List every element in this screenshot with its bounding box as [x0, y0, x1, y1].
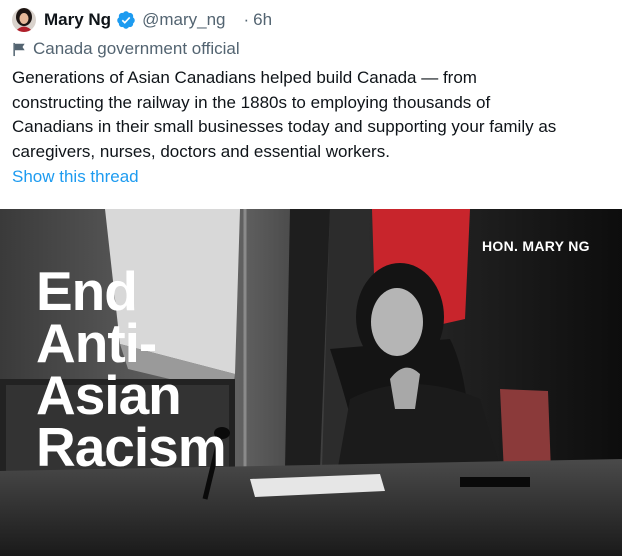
- avatar[interactable]: [12, 8, 36, 32]
- tweet-timestamp[interactable]: · 6h: [243, 10, 272, 30]
- tweet-line: caregivers, nurses, doctors and essentia…: [12, 141, 390, 161]
- government-label: Canada government official: [12, 38, 240, 60]
- show-thread-link[interactable]: Show this thread: [12, 167, 139, 187]
- media-headline: End Anti- Asian Racism: [36, 260, 227, 478]
- time-separator: ·: [243, 10, 250, 29]
- author-handle[interactable]: @mary_ng: [142, 10, 225, 30]
- headline-line: Asian: [36, 364, 182, 426]
- tweet-line: Generations of Asian Canadians helped bu…: [12, 68, 477, 87]
- media-caption: HON. MARY NG: [482, 238, 590, 254]
- time-value: 6h: [253, 10, 273, 29]
- headline-line: Anti-: [36, 312, 157, 374]
- headline-line: End: [36, 260, 138, 322]
- tweet-media-image[interactable]: HON. MARY NG End Anti- Asian Racism: [0, 209, 622, 556]
- verified-badge-icon: [117, 11, 135, 29]
- government-label-text: Canada government official: [33, 39, 240, 58]
- author-name[interactable]: Mary Ng: [44, 10, 111, 30]
- tweet-body: Generations of Asian Canadians helped bu…: [12, 66, 616, 164]
- tweet-line: constructing the railway in the 1880s to…: [12, 92, 491, 112]
- flag-icon: [13, 42, 25, 56]
- headline-line: Racism: [36, 416, 227, 478]
- tweet-header: Mary Ng @mary_ng · 6h: [12, 6, 272, 34]
- tweet-line: Canadians in their small businesses toda…: [12, 117, 557, 136]
